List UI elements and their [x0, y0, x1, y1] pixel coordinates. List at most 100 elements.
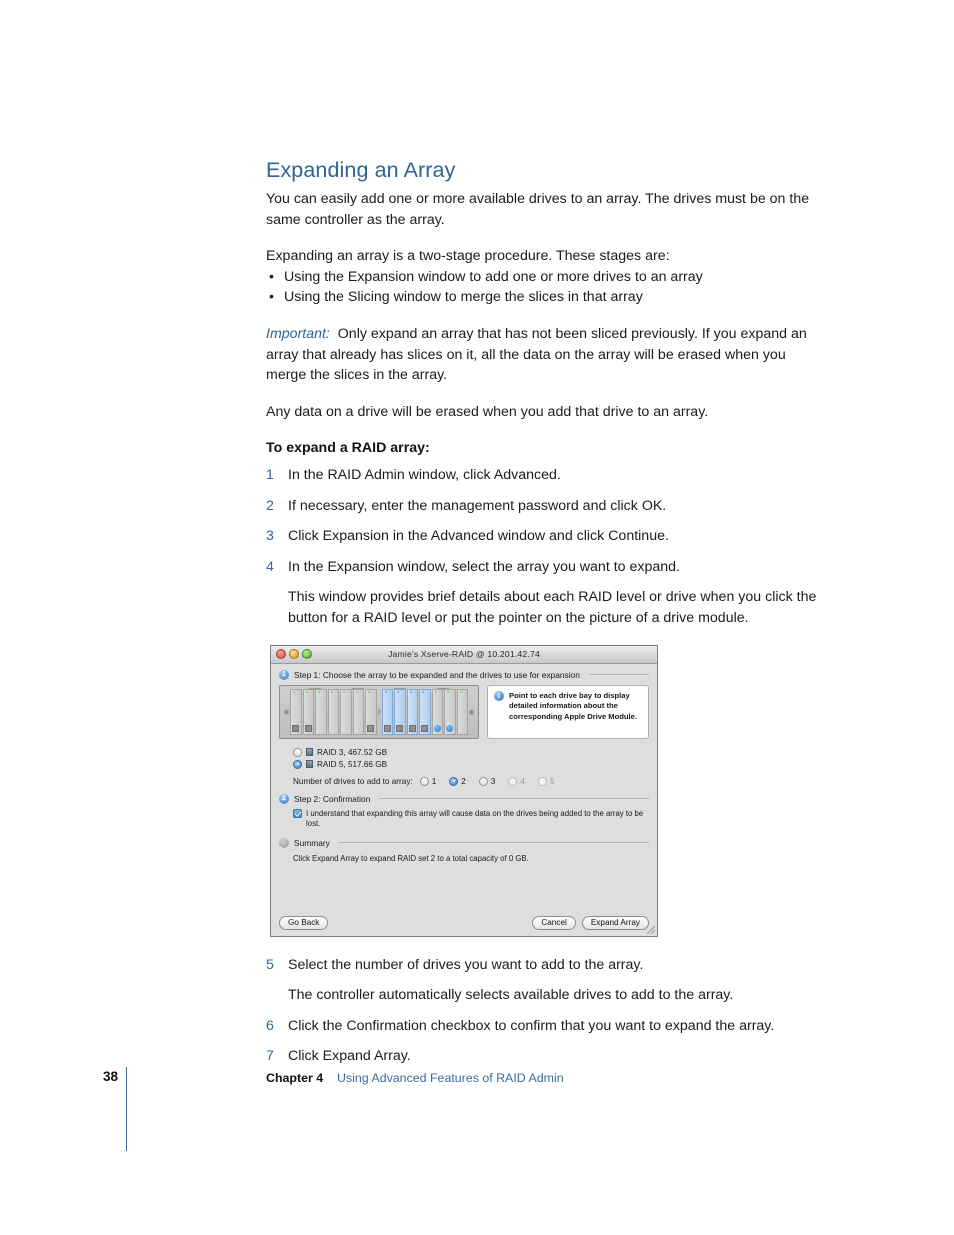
- drive-count-radio-2[interactable]: [449, 776, 459, 786]
- drive-info-panel: i Point to each drive bay to display det…: [487, 684, 649, 739]
- drive-bay-selected[interactable]: [419, 688, 431, 735]
- drive-count-radio-4: [508, 776, 518, 786]
- step-text: In the Expansion window, select the arra…: [288, 558, 680, 575]
- important-label: Important:: [266, 325, 330, 342]
- raid-option-row[interactable]: RAID 3, 467.52 GB: [293, 747, 649, 757]
- step2-label: Step 2: Confirmation: [294, 793, 371, 804]
- drive-bay-new[interactable]: [444, 688, 456, 735]
- step-item: 3 Click Expansion in the Advanced window…: [266, 526, 822, 547]
- erase-note: Any data on a drive will be erased when …: [266, 403, 709, 420]
- drive-bay-row: ◉ ◉ i Point to each drive bay to display…: [279, 684, 649, 739]
- step2-badge: 2: [279, 793, 289, 804]
- confirmation-label: I understand that expanding this array w…: [306, 808, 644, 828]
- drive-count-label-3: 3: [490, 776, 496, 786]
- raid-set-icon: [306, 760, 313, 768]
- step-text: Click Expansion in the Advanced window a…: [288, 528, 669, 545]
- raid3-label: RAID 3, 467.52 GB: [317, 747, 388, 757]
- step-text: In the RAID Admin window, click Advanced…: [288, 466, 561, 483]
- intro-paragraph: You can easily add one or more available…: [266, 191, 810, 228]
- drive-count-label: Number of drives to add to array:: [293, 776, 413, 786]
- drive-info-text: Point to each drive bay to display detai…: [509, 690, 637, 721]
- window-title: Jamie's Xserve-RAID @ 10.201.42.74: [388, 649, 540, 659]
- document-page: Expanding an Array You can easily add on…: [0, 0, 954, 1235]
- mac-window: Jamie's Xserve-RAID @ 10.201.42.74 1 Ste…: [270, 644, 658, 937]
- raid5-radio[interactable]: [293, 759, 302, 769]
- drive-bay[interactable]: [302, 688, 314, 735]
- chassis-handle-right: ◉: [468, 708, 475, 716]
- window-button-bar: Go Back Cancel Expand Array: [271, 915, 657, 936]
- drive-count-option-4: 4: [508, 776, 525, 786]
- step-text: If necessary, enter the management passw…: [288, 497, 667, 514]
- step-4-note: This window provides brief details about…: [288, 589, 817, 626]
- step-number: 2: [266, 497, 274, 514]
- raid-option-row[interactable]: RAID 5, 517.66 GB: [293, 759, 649, 769]
- confirmation-checkbox[interactable]: [293, 808, 302, 818]
- drive-count-option-1[interactable]: 1: [419, 776, 437, 786]
- step1-header: 1 Step 1: Choose the array to be expande…: [279, 669, 649, 680]
- raid-set-icon: [306, 748, 313, 756]
- drive-count-option-2[interactable]: 2: [449, 776, 466, 786]
- step-item: 6 Click the Confirmation checkbox to con…: [266, 1016, 822, 1037]
- step-item: 2 If necessary, enter the management pas…: [266, 496, 822, 517]
- drive-bay-new[interactable]: [431, 688, 443, 735]
- step-item: 4 In the Expansion window, select the ar…: [266, 557, 822, 578]
- step-text: Select the number of drives you want to …: [288, 956, 644, 973]
- drive-bay-selected[interactable]: [381, 688, 393, 735]
- step-number: 3: [266, 528, 274, 545]
- drive-count-option-3[interactable]: 3: [478, 776, 496, 786]
- step-number: 5: [266, 956, 274, 973]
- footer-rule: [126, 1067, 127, 1151]
- raid3-radio[interactable]: [293, 747, 302, 757]
- summary-label: Summary: [294, 837, 330, 848]
- step1-label: Step 1: Choose the array to be expanded …: [294, 669, 580, 680]
- step-number: 6: [266, 1017, 274, 1034]
- resize-grip-icon[interactable]: [647, 925, 655, 934]
- divider: [379, 798, 649, 799]
- drive-bay[interactable]: [365, 688, 377, 735]
- drive-bay-selected[interactable]: [406, 688, 418, 735]
- drive-bays-left: [290, 688, 377, 735]
- window-body: 1 Step 1: Choose the array to be expande…: [271, 663, 657, 916]
- drive-count-radio-3[interactable]: [478, 776, 488, 786]
- drive-count-label-5: 5: [549, 776, 555, 786]
- footer-chapter: Chapter 4: [266, 1071, 324, 1085]
- step2-header: 2 Step 2: Confirmation: [279, 793, 649, 804]
- drive-bay-selected[interactable]: [394, 688, 406, 735]
- step-5-note: The controller automatically selects ava…: [288, 987, 734, 1004]
- drive-bay[interactable]: [352, 688, 364, 735]
- drive-bay[interactable]: [315, 688, 327, 735]
- stages-list: Using the Expansion window to add one or…: [266, 267, 822, 308]
- drive-count-radio-1[interactable]: [419, 776, 429, 786]
- procedure-steps: 1 In the RAID Admin window, click Advanc…: [266, 465, 822, 629]
- expand-array-button[interactable]: Expand Array: [581, 915, 649, 930]
- list-item: Using the Slicing window to merge the sl…: [266, 287, 822, 308]
- expansion-window-screenshot: Jamie's Xserve-RAID @ 10.201.42.74 1 Ste…: [270, 644, 822, 937]
- info-icon: i: [494, 690, 504, 701]
- drive-bay[interactable]: [456, 688, 468, 735]
- drive-bays-right: [381, 688, 468, 735]
- drive-bay[interactable]: [340, 688, 352, 735]
- drive-count-selector: Number of drives to add to array: 1 2 3: [293, 776, 649, 786]
- page-number: 38: [103, 1069, 119, 1084]
- raid-level-options: RAID 3, 467.52 GB RAID 5, 517.66 GB: [293, 747, 649, 769]
- page-content: Expanding an Array You can easily add on…: [266, 158, 822, 1077]
- stages-intro: Expanding an array is a two-stage proced…: [266, 248, 670, 265]
- step-item: 1 In the RAID Admin window, click Advanc…: [266, 465, 822, 486]
- important-paragraph: Important: Only expand an array that has…: [266, 324, 822, 386]
- go-back-button[interactable]: Go Back: [279, 915, 329, 930]
- step-text: Click the Confirmation checkbox to confi…: [288, 1017, 775, 1034]
- window-titlebar: Jamie's Xserve-RAID @ 10.201.42.74: [271, 645, 657, 664]
- xserve-chassis-diagram[interactable]: ◉ ◉: [279, 684, 479, 739]
- confirmation-row[interactable]: I understand that expanding this array w…: [293, 808, 649, 829]
- step1-badge: 1: [279, 669, 289, 680]
- procedure-steps-continued: 5 Select the number of drives you want t…: [266, 955, 822, 1067]
- cancel-button[interactable]: Cancel: [532, 915, 576, 930]
- page-title: Expanding an Array: [266, 158, 456, 182]
- list-item: Using the Expansion window to add one or…: [266, 267, 822, 288]
- drive-count-label-1: 1: [431, 776, 437, 786]
- drive-bay[interactable]: [290, 688, 302, 735]
- drive-bay[interactable]: [327, 688, 339, 735]
- drive-count-option-5: 5: [537, 776, 555, 786]
- footer-chapter-title: Using Advanced Features of RAID Admin: [337, 1071, 564, 1085]
- summary-text: Click Expand Array to expand RAID set 2 …: [293, 853, 529, 863]
